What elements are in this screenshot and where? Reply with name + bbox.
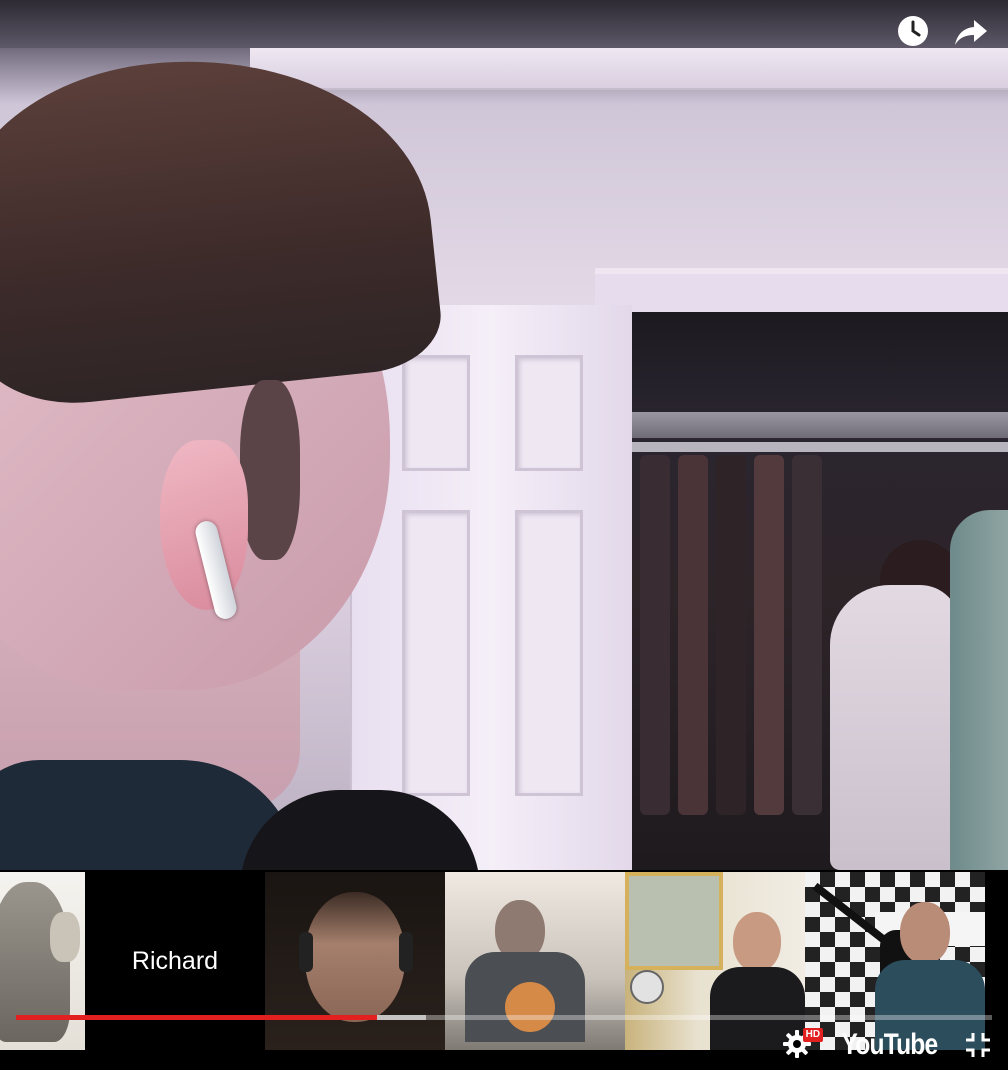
coat: [678, 455, 708, 815]
ceiling: [0, 0, 1008, 48]
kitchen-shelf: [625, 872, 723, 970]
share-icon[interactable]: [952, 12, 990, 50]
door-panel: [402, 510, 470, 796]
progress-bar[interactable]: [16, 1015, 992, 1020]
participant-face: [733, 912, 781, 972]
top-icon-bar: [894, 12, 990, 50]
coat: [754, 455, 784, 815]
kitchen-scale: [630, 970, 664, 1004]
coat: [640, 455, 670, 815]
headphones-icon: [299, 932, 313, 972]
participant-name: Richard: [131, 946, 219, 975]
door: [350, 305, 632, 870]
participant-tile-1[interactable]: [0, 872, 85, 1050]
watch-later-icon[interactable]: [894, 12, 932, 50]
main-video[interactable]: [0, 0, 1008, 870]
closet-shelf: [630, 412, 1008, 438]
headphones-icon: [399, 932, 413, 972]
cat: [505, 982, 555, 1032]
participant-tile-5[interactable]: [625, 872, 805, 1050]
person-background: [830, 585, 960, 870]
door-panel: [515, 355, 583, 471]
hd-badge: HD: [802, 1028, 824, 1042]
participant-tile-6[interactable]: W KI: [805, 872, 985, 1050]
player-controls: HD YouTube: [781, 1028, 994, 1062]
settings-button[interactable]: HD: [781, 1028, 824, 1062]
participant-face: [305, 892, 405, 1022]
participant-tile-4[interactable]: [445, 872, 625, 1050]
participant-tile-richard[interactable]: Richard: [85, 872, 265, 1050]
statue-face: [50, 912, 80, 962]
closet-rod: [630, 442, 1008, 452]
participant-tile-3[interactable]: [265, 872, 445, 1050]
person-hair: [0, 36, 446, 414]
door-panel: [402, 355, 470, 471]
person-sideburn: [240, 380, 300, 560]
crown-molding: [250, 48, 1008, 90]
coat: [792, 455, 822, 815]
participant-face: [900, 902, 950, 964]
coat: [716, 455, 746, 815]
progress-played: [16, 1015, 378, 1020]
exit-fullscreen-button[interactable]: [962, 1029, 994, 1061]
exit-fullscreen-icon: [966, 1033, 990, 1057]
youtube-logo[interactable]: YouTube: [842, 1028, 939, 1062]
door-panel: [515, 510, 583, 796]
person-shoulder: [950, 510, 1008, 870]
